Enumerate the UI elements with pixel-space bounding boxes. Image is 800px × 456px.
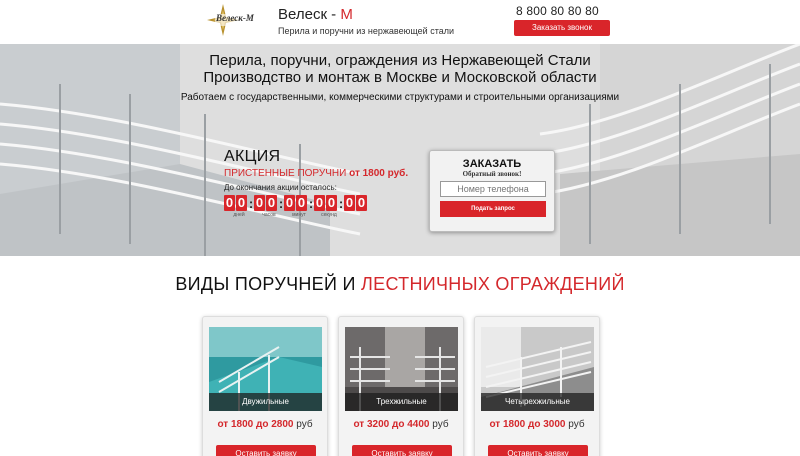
promo-offer: ПРИСТЕННЫЕ ПОРУЧНИ от 1800 руб. bbox=[224, 168, 409, 179]
timer-digit: 0 bbox=[254, 195, 265, 211]
timer-label-minutes: минут bbox=[292, 212, 306, 218]
promo-block: АКЦИЯ ПРИСТЕННЫЕ ПОРУЧНИ от 1800 руб. До… bbox=[224, 148, 408, 218]
product-image[interactable]: Четырехжильные bbox=[481, 327, 594, 411]
brand-tagline: Перила и поручни из нержавеющей стали bbox=[278, 26, 455, 36]
timer-label-hours: часов bbox=[262, 212, 276, 218]
product-card: Двужильные от 1800 до 2800 руб Оставить … bbox=[202, 316, 328, 456]
timer-label-days: дней bbox=[233, 212, 245, 218]
hero-subtitle: Работаем с государственными, коммерчески… bbox=[180, 92, 620, 103]
brand: Велеск - М Перила и поручни из нержавеющ… bbox=[278, 6, 454, 36]
submit-request-button[interactable]: Подать запрос bbox=[440, 201, 546, 217]
leave-request-button[interactable]: Оставить заявку bbox=[352, 445, 452, 456]
timer-digit: 0 bbox=[236, 195, 247, 211]
logo-text: Велеск-М bbox=[216, 13, 254, 23]
order-subtitle: Обратный звонок! bbox=[462, 170, 522, 178]
timer-digit: 0 bbox=[224, 195, 235, 211]
order-title: ЗАКАЗАТЬ bbox=[462, 158, 522, 170]
header: Велеск-М Велеск - М Перила и поручни из … bbox=[0, 0, 800, 44]
promo-remaining-label: До окончания акции осталось: bbox=[224, 183, 337, 192]
section-title: ВИДЫ ПОРУЧНЕЙ И ЛЕСТНИЧНЫХ ОГРАЖДЕНИЙ bbox=[175, 274, 625, 294]
callback-button[interactable]: Заказать звонок bbox=[514, 20, 610, 36]
leave-request-button[interactable]: Оставить заявку bbox=[488, 445, 588, 456]
promo-title: АКЦИЯ bbox=[224, 148, 281, 165]
order-callback-form: ЗАКАЗАТЬ Обратный звонок! Подать запрос bbox=[429, 150, 555, 232]
product-caption: Трехжильные bbox=[345, 393, 458, 411]
product-caption: Четырехжильные bbox=[481, 393, 594, 411]
timer-digit: 0 bbox=[326, 195, 337, 211]
timer-labels: дней часов минут секунд bbox=[224, 212, 408, 218]
timer-digit: 0 bbox=[356, 195, 367, 211]
timer-label-seconds: секунд bbox=[321, 212, 337, 218]
product-price: от 1800 до 3000 руб bbox=[489, 419, 585, 430]
timer-digit: 0 bbox=[284, 195, 295, 211]
countdown-timer: 0 0 : 0 0 : 0 0 : 0 0 : 0 0 bbox=[224, 195, 408, 211]
product-image[interactable]: Трехжильные bbox=[345, 327, 458, 411]
timer-digit: 0 bbox=[314, 195, 325, 211]
product-caption: Двужильные bbox=[209, 393, 322, 411]
timer-digit: 0 bbox=[296, 195, 307, 211]
product-price: от 1800 до 2800 руб bbox=[217, 419, 313, 430]
timer-digit: 0 bbox=[344, 195, 355, 211]
phone-number[interactable]: 8 800 80 80 80 bbox=[516, 4, 599, 18]
leave-request-button[interactable]: Оставить заявку bbox=[216, 445, 316, 456]
timer-digit: 0 bbox=[266, 195, 277, 211]
product-card: Трехжильные от 3200 до 4400 руб Оставить… bbox=[338, 316, 464, 456]
product-price: от 3200 до 4400 руб bbox=[353, 419, 449, 430]
product-card: Четырехжильные от 1800 до 3000 руб Остав… bbox=[474, 316, 600, 456]
hero-banner: Перила, поручни, ограждения из Нержавеющ… bbox=[0, 44, 800, 256]
logo[interactable]: Велеск-М bbox=[205, 2, 275, 38]
brand-name: Велеск - М bbox=[278, 6, 353, 23]
hero-title: Перила, поручни, ограждения из Нержавеющ… bbox=[203, 52, 597, 86]
phone-input[interactable] bbox=[440, 181, 546, 197]
product-image[interactable]: Двужильные bbox=[209, 327, 322, 411]
